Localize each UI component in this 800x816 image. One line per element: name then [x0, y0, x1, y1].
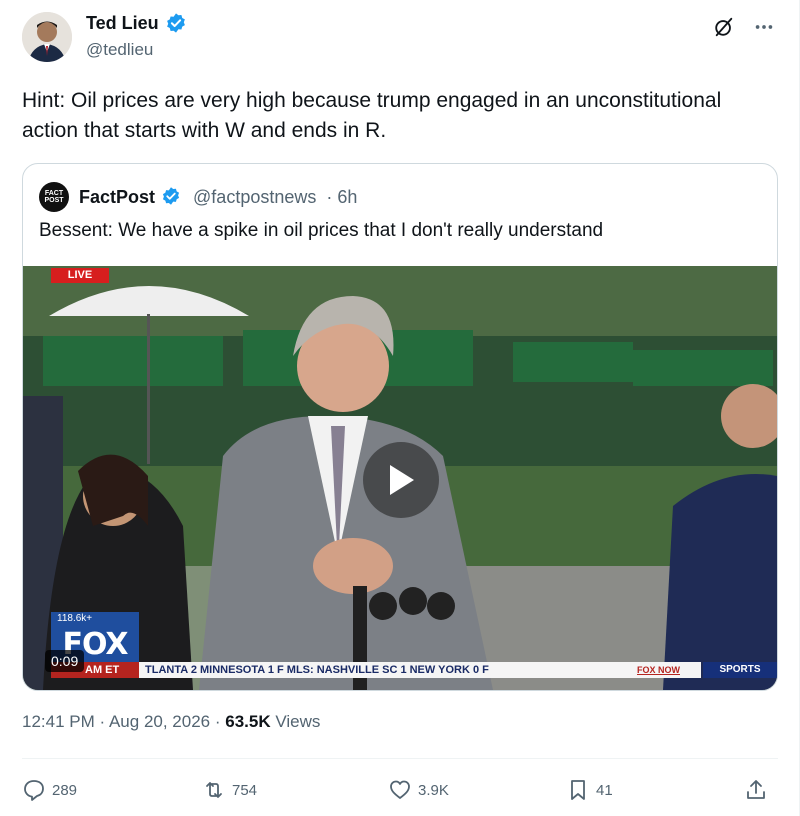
- repost-button[interactable]: 754: [202, 778, 257, 802]
- views-label: Views: [275, 712, 321, 731]
- reply-button[interactable]: 289: [22, 778, 77, 802]
- video-duration: 0:09: [45, 650, 85, 672]
- ticker-sports-label: SPORTS: [703, 662, 777, 678]
- author-avatar[interactable]: [22, 12, 72, 62]
- live-badge: LIVE: [51, 268, 109, 283]
- quoted-author-avatar[interactable]: FACT POST: [39, 182, 69, 212]
- quoted-author-handle[interactable]: @factpostnews: [193, 187, 316, 208]
- quoted-tweet-text: Bessent: We have a spike in oil prices t…: [39, 220, 604, 241]
- quoted-tweet[interactable]: FACT POST FactPost @factpostnews · 6h Be…: [22, 163, 778, 691]
- bookmark-count: 41: [596, 781, 613, 799]
- meta-separator: ·: [99, 712, 106, 731]
- play-icon[interactable]: [363, 442, 439, 518]
- grok-icon[interactable]: [711, 14, 737, 40]
- tweet-time[interactable]: 12:41 PM: [22, 712, 95, 731]
- author-name-row: Ted Lieu: [86, 12, 187, 34]
- ticker-inow-label: FOX NOW: [637, 665, 680, 675]
- quoted-tweet-header: FACT POST FactPost @factpostnews · 6h: [39, 182, 357, 212]
- tweet-date[interactable]: Aug 20, 2026: [109, 712, 210, 731]
- share-button[interactable]: [744, 778, 768, 802]
- broadcast-views-chip: 118.6k+: [51, 612, 139, 626]
- like-button[interactable]: 3.9K: [388, 778, 449, 802]
- bookmark-icon: [571, 780, 585, 800]
- quoted-verified-badge-icon: [161, 186, 183, 208]
- tweet-top-actions: [711, 14, 777, 40]
- share-icon: [747, 780, 765, 799]
- views-count[interactable]: 63.5K: [225, 712, 270, 731]
- like-count: 3.9K: [418, 781, 449, 799]
- verified-badge-icon[interactable]: [165, 12, 187, 34]
- tweet-card: Ted Lieu @tedlieu Hint: Oil prices are v…: [0, 0, 800, 816]
- tweet-text: Hint: Oil prices are very high because t…: [22, 89, 722, 142]
- quoted-tweet-time[interactable]: · 6h: [326, 187, 357, 208]
- tweet-meta: 12:41 PM · Aug 20, 2026 · 63.5K Views: [22, 712, 320, 732]
- heart-icon: [390, 780, 410, 799]
- reply-icon: [24, 780, 44, 801]
- meta-separator: ·: [214, 712, 221, 731]
- video-player[interactable]: LIVE 118.6k+ FOX AM ET TLANTA 2 MINNESOT…: [23, 266, 777, 690]
- tweet-actions: 289 754 3.9K 41: [22, 778, 778, 810]
- repost-icon: [206, 782, 222, 798]
- more-icon[interactable]: [751, 14, 777, 40]
- quoted-author-name[interactable]: FactPost: [79, 187, 155, 208]
- reply-count: 289: [52, 781, 78, 799]
- author-display-name[interactable]: Ted Lieu: [86, 13, 159, 34]
- author-handle[interactable]: @tedlieu: [86, 40, 153, 60]
- repost-count: 754: [232, 781, 258, 799]
- divider: [22, 758, 778, 759]
- bookmark-button[interactable]: 41: [566, 778, 613, 802]
- score-ticker: TLANTA 2 MINNESOTA 1 F MLS: NASHVILLE SC…: [139, 662, 701, 678]
